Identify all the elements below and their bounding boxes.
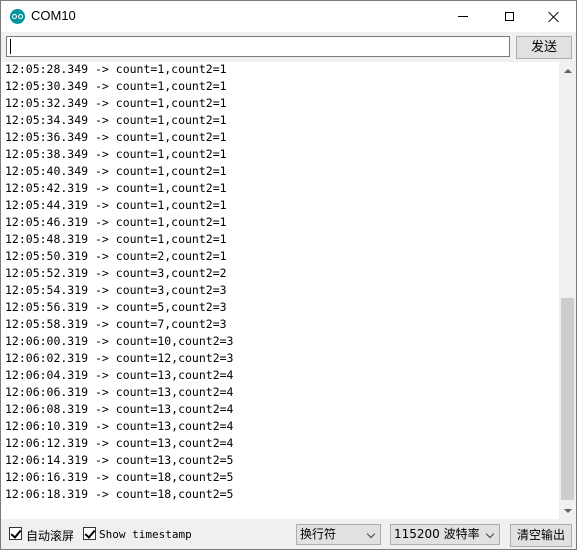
line-ending-value: 换行符: [300, 527, 337, 541]
serial-monitor-window: COM10 发送 12:05:28.349 -> count=1,count2=…: [0, 0, 577, 550]
close-button[interactable]: [531, 1, 576, 32]
show-timestamp-label: Show timestamp: [99, 528, 192, 541]
output-line: 12:05:32.349 -> count=1,count2=1: [5, 96, 227, 110]
output-line: 12:06:14.319 -> count=13,count2=5: [5, 453, 234, 467]
scroll-down-button[interactable]: [559, 502, 576, 519]
output-line: 12:06:02.319 -> count=12,count2=3: [5, 351, 234, 365]
scroll-up-button[interactable]: [559, 62, 576, 79]
send-row: 发送: [1, 32, 576, 62]
output-line: 12:06:00.319 -> count=10,count2=3: [5, 334, 234, 348]
output-line: 12:06:16.319 -> count=18,count2=5: [5, 470, 234, 484]
text-caret: [10, 39, 11, 54]
bottom-toolbar: 自动滚屏 Show timestamp 换行符 115200 波特率 清空输出: [1, 519, 576, 549]
line-ending-select[interactable]: 换行符: [296, 524, 381, 545]
output-line: 12:06:18.319 -> count=18,count2=5: [5, 487, 234, 501]
autoscroll-label: 自动滚屏: [26, 529, 75, 543]
output-line: 12:05:52.319 -> count=3,count2=2: [5, 266, 227, 280]
baud-rate-value: 115200 波特率: [394, 527, 480, 541]
output-line: 12:05:40.349 -> count=1,count2=1: [5, 164, 227, 178]
output-line: 12:05:48.319 -> count=1,count2=1: [5, 232, 227, 246]
output-line: 12:05:54.319 -> count=3,count2=3: [5, 283, 227, 297]
chevron-down-icon: [485, 529, 495, 539]
output-line: 12:06:06.319 -> count=13,count2=4: [5, 385, 234, 399]
scroll-up-icon: [563, 68, 572, 73]
show-timestamp-checkbox[interactable]: [83, 527, 96, 540]
output-line: 12:05:28.349 -> count=1,count2=1: [5, 62, 227, 76]
output-line: 12:05:50.319 -> count=2,count2=1: [5, 249, 227, 263]
maximize-button[interactable]: [486, 1, 532, 32]
close-icon: [548, 11, 560, 23]
output-line: 12:05:44.319 -> count=1,count2=1: [5, 198, 227, 212]
autoscroll-checkbox[interactable]: [9, 527, 22, 540]
arduino-app-icon: [10, 9, 25, 24]
output-line: 12:05:46.319 -> count=1,count2=1: [5, 215, 227, 229]
output-line: 12:05:30.349 -> count=1,count2=1: [5, 79, 227, 93]
output-line: 12:05:58.319 -> count=7,count2=3: [5, 317, 227, 331]
serial-output[interactable]: 12:05:28.349 -> count=1,count2=1 12:05:30…: [1, 62, 559, 519]
vertical-scrollbar[interactable]: [559, 62, 576, 519]
output-line: 12:06:10.319 -> count=13,count2=4: [5, 419, 234, 433]
scroll-down-icon: [563, 508, 572, 513]
output-line: 12:06:08.319 -> count=13,count2=4: [5, 402, 234, 416]
minimize-button[interactable]: [440, 1, 486, 32]
chevron-down-icon: [366, 529, 376, 539]
output-line: 12:05:36.349 -> count=1,count2=1: [5, 130, 227, 144]
scroll-thumb[interactable]: [561, 298, 574, 500]
title-bar: COM10: [1, 1, 576, 32]
output-line: 12:05:56.319 -> count=5,count2=3: [5, 300, 227, 314]
maximize-icon: [504, 12, 514, 21]
baud-rate-select[interactable]: 115200 波特率: [390, 524, 500, 545]
output-line: 12:05:42.319 -> count=1,count2=1: [5, 181, 227, 195]
output-line: 12:06:04.319 -> count=13,count2=4: [5, 368, 234, 382]
output-line: 12:05:34.349 -> count=1,count2=1: [5, 113, 227, 127]
window-title: COM10: [31, 8, 76, 23]
output-line: 12:05:38.349 -> count=1,count2=1: [5, 147, 227, 161]
send-input[interactable]: [6, 36, 510, 57]
minimize-icon: [458, 16, 468, 17]
send-button[interactable]: 发送: [516, 36, 572, 59]
clear-output-button[interactable]: 清空输出: [510, 524, 572, 547]
output-line: 12:06:12.319 -> count=13,count2=4: [5, 436, 234, 450]
